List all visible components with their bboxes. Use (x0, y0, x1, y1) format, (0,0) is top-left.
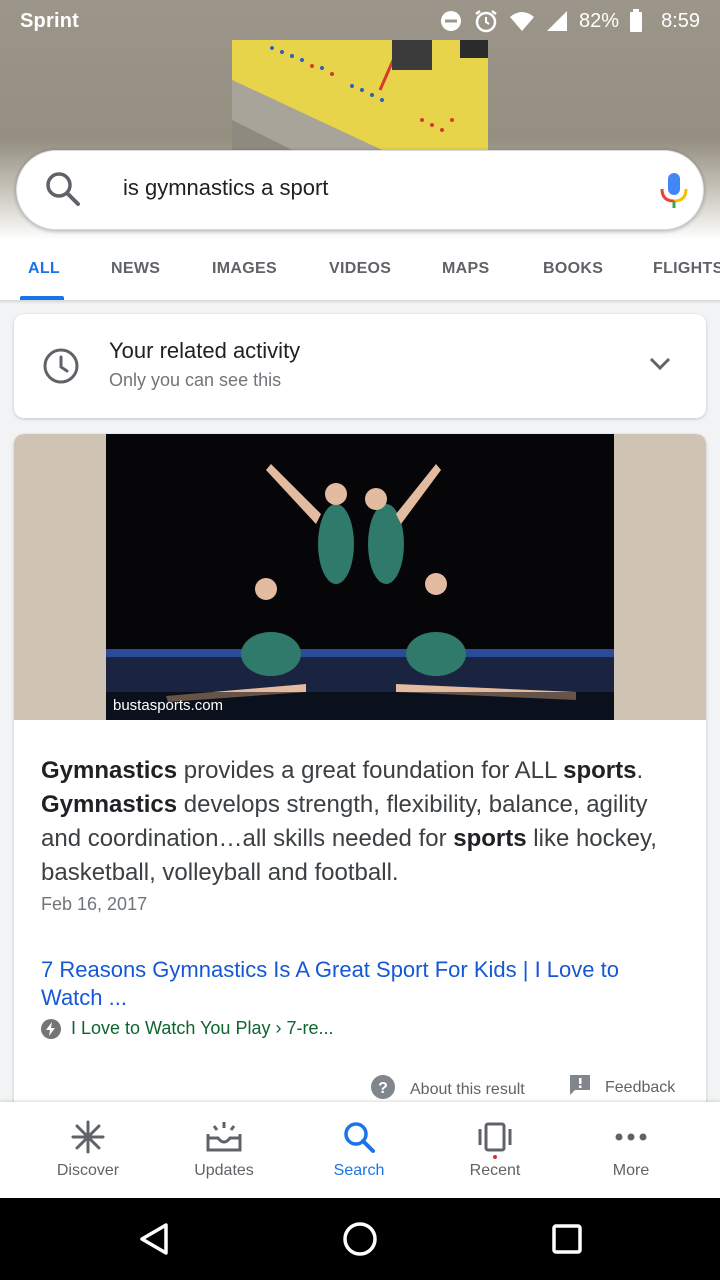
chevron-down-icon[interactable] (646, 350, 674, 383)
search-icon[interactable] (43, 169, 83, 214)
overview-icon[interactable] (549, 1221, 585, 1262)
tab-news[interactable]: NEWS (111, 260, 160, 278)
battery-percent: 82% (579, 9, 620, 32)
about-this-result[interactable]: ? About this result (370, 1074, 525, 1105)
gymnasts-photo[interactable]: bustasports.com (106, 434, 614, 720)
related-activity-title: Your related activity (109, 338, 301, 363)
recent-cards-icon (477, 1120, 513, 1165)
feedback-label[interactable]: Feedback (605, 1079, 675, 1097)
result-url-text[interactable]: I Love to Watch You Play › 7-re... (71, 1018, 333, 1039)
do-not-disturb-icon (439, 9, 463, 33)
microphone-icon[interactable] (657, 171, 691, 216)
nav-updates[interactable]: Updates (156, 1102, 292, 1198)
doodle-image[interactable] (232, 40, 488, 150)
tab-all[interactable]: ALL (28, 260, 60, 278)
result-url[interactable]: I Love to Watch You Play › 7-re... (41, 1018, 333, 1039)
tab-images[interactable]: IMAGES (212, 260, 277, 278)
back-icon[interactable] (136, 1221, 172, 1262)
tab-videos[interactable]: VIDEOS (329, 260, 391, 278)
battery-icon (629, 9, 643, 33)
related-activity-card[interactable]: Your related activity Only you can see t… (14, 314, 706, 418)
snippet-image-area[interactable]: bustasports.com (14, 434, 706, 720)
signal-icon (545, 10, 569, 32)
bottom-nav: Discover Updates Search Recent More (0, 1102, 720, 1198)
alarm-icon (473, 8, 499, 34)
history-clock-icon (42, 347, 80, 390)
tab-books[interactable]: BOOKS (543, 260, 603, 278)
featured-snippet-card: bustasports.com Gymnastics provides a gr… (14, 434, 706, 1134)
result-title-link[interactable]: 7 Reasons Gymnastics Is A Great Sport Fo… (41, 956, 661, 1012)
about-this-result-label[interactable]: About this result (410, 1081, 525, 1099)
feedback-button[interactable]: Feedback (569, 1074, 675, 1101)
nav-discover[interactable]: Discover (20, 1102, 156, 1198)
related-activity-subtitle: Only you can see this (109, 370, 282, 390)
wifi-icon (509, 10, 535, 32)
image-source-label[interactable]: bustasports.com (106, 692, 614, 720)
nav-more-label: More (612, 1162, 650, 1179)
home-icon[interactable] (342, 1221, 378, 1262)
nav-search-label: Search (333, 1162, 385, 1179)
nav-more[interactable]: More (563, 1102, 699, 1198)
nav-recent-label: Recent (469, 1162, 521, 1179)
carrier-label: Sprint (20, 9, 79, 32)
clock-time: 8:59 (661, 9, 700, 32)
android-nav-bar (0, 1198, 720, 1280)
help-icon: ? (370, 1074, 396, 1105)
snippet-date: Feb 16, 2017 (41, 894, 148, 914)
search-query-text[interactable]: is gymnastics a sport (123, 175, 328, 201)
snippet-text-part: . (636, 757, 644, 784)
snippet-bold: sports (453, 825, 527, 852)
svg-text:?: ? (378, 1080, 388, 1097)
search-tabs: ALL NEWS IMAGES VIDEOS MAPS BOOKS FLIGHT… (0, 240, 720, 300)
inbox-icon (206, 1120, 242, 1159)
amp-lightning-icon (41, 1018, 61, 1039)
snippet-text-part: provides a great foundation for ALL (177, 757, 564, 784)
search-box[interactable]: is gymnastics a sport (16, 150, 704, 230)
snippet-text: Gymnastics provides a great foundation f… (41, 754, 681, 890)
nav-updates-label: Updates (194, 1162, 254, 1179)
tab-flights[interactable]: FLIGHTS (653, 260, 720, 278)
feedback-icon (569, 1074, 591, 1101)
asterisk-icon (71, 1120, 105, 1159)
tab-maps[interactable]: MAPS (442, 260, 489, 278)
nav-search[interactable]: Search (291, 1102, 427, 1198)
search-icon (342, 1120, 376, 1159)
snippet-bold: Gymnastics (41, 757, 178, 784)
snippet-bold: sports (563, 757, 637, 784)
nav-recent[interactable]: Recent (427, 1102, 563, 1198)
more-dots-icon (614, 1120, 648, 1159)
status-bar: Sprint 82% 8:59 (0, 0, 720, 42)
snippet-bold: Gymnastics (41, 791, 178, 818)
nav-discover-label: Discover (56, 1162, 120, 1179)
tabs-divider (0, 300, 720, 304)
